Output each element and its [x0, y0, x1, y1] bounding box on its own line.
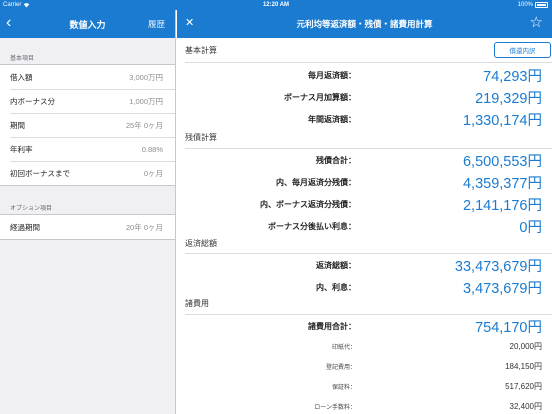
- result-title: 元利均等返済額・残債・諸費用計算: [296, 19, 433, 29]
- divider: [185, 62, 552, 63]
- result-value: 6,500,553円: [462, 153, 542, 170]
- result-label: 内、利息：: [316, 282, 356, 292]
- result-label: ローン手数料：: [314, 404, 356, 411]
- result-value: 74,293円: [483, 68, 542, 85]
- section-total-repay: 返済総額: [185, 239, 217, 248]
- result-row-expenses-total: 諸費用合計： 754,170円: [177, 315, 552, 337]
- input-row-loan-amount[interactable]: 借入額 3,000万円: [0, 65, 175, 89]
- row-label: 内ボーナス分: [10, 96, 55, 106]
- input-row-interest-rate[interactable]: 年利率 0.88%: [0, 137, 175, 161]
- status-bar: Carrier 12:20 AM 100%: [0, 0, 552, 10]
- section-basic-label: 基本項目: [10, 56, 35, 62]
- result-value: 219,329円: [475, 90, 542, 107]
- row-value: 0.88%: [141, 144, 163, 154]
- result-nav-bar: ✕ 元利均等返済額・残債・諸費用計算 ☆: [177, 10, 552, 38]
- close-icon[interactable]: ✕: [185, 17, 194, 29]
- history-button[interactable]: 履歴: [148, 18, 165, 30]
- row-label: 借入額: [10, 72, 33, 82]
- star-icon[interactable]: ☆: [530, 14, 543, 32]
- result-label: 諸費用合計：: [308, 321, 356, 331]
- result-row-remaining-monthly: 内、毎月返済分残債： 4,359,377円: [177, 171, 552, 193]
- result-row-monthly: 毎月返済額： 74,293円: [177, 64, 552, 86]
- result-row-guarantee: 保証料： 517,620円: [177, 375, 552, 397]
- result-label: 毎月返済額：: [308, 70, 356, 80]
- basic-items-group: 借入額 3,000万円 内ボーナス分 1,000万円 期間 25年 0ヶ月 年利…: [0, 64, 175, 186]
- row-value: 1,000万円: [129, 96, 163, 106]
- repayment-breakdown-button[interactable]: 償還内訳: [494, 42, 551, 58]
- result-label: ボーナス月加算額：: [284, 92, 356, 102]
- battery: 100%: [518, 2, 548, 8]
- result-label: 年間返済額：: [308, 114, 356, 124]
- back-chevron-icon[interactable]: ‹: [6, 15, 11, 31]
- row-label: 年利率: [10, 144, 33, 154]
- result-label: 内、ボーナス返済分残債：: [260, 199, 356, 209]
- result-label: 内、毎月返済分残債：: [276, 177, 356, 187]
- row-value: 0ヶ月: [143, 168, 163, 178]
- result-value: 32,400円: [509, 401, 542, 411]
- result-value: 517,620円: [505, 381, 542, 391]
- input-row-bonus-portion[interactable]: 内ボーナス分 1,000万円: [0, 89, 175, 113]
- row-label: 期間: [10, 120, 25, 130]
- result-row-remaining-bonus: 内、ボーナス返済分残債： 2,141,176円: [177, 193, 552, 215]
- result-row-annual: 年間返済額： 1,330,174円: [177, 108, 552, 130]
- status-time: 12:20 AM: [262, 2, 290, 8]
- section-expenses: 諸費用: [185, 299, 209, 308]
- result-pane: ✕ 元利均等返済額・残債・諸費用計算 ☆ 基本計算 償還内訳 毎月返済額： 74…: [177, 10, 552, 414]
- battery-icon: [535, 2, 548, 8]
- result-value: 2,141,176円: [462, 197, 542, 214]
- result-label: 印紙代：: [331, 344, 356, 351]
- result-value: 1,330,174円: [462, 112, 542, 129]
- input-pane: ‹ 数値入力 履歴 基本項目 借入額 3,000万円 内ボーナス分 1,000万…: [0, 10, 176, 414]
- result-value: 0円: [519, 219, 542, 236]
- result-value: 33,473,679円: [454, 258, 542, 275]
- row-value: 3,000万円: [129, 72, 163, 82]
- result-row-bonus-month: ボーナス月加算額： 219,329円: [177, 86, 552, 108]
- result-value: 184,150円: [505, 361, 542, 371]
- result-value: 20,000円: [509, 341, 542, 351]
- result-row-deferred-interest: ボーナス分後払い利息： 0円: [177, 215, 552, 237]
- row-value: 20年 0ヶ月: [125, 222, 163, 232]
- result-value: 754,170円: [475, 319, 542, 336]
- result-label: 保証料：: [331, 384, 356, 391]
- row-label: 初回ボーナスまで: [10, 168, 70, 178]
- battery-percent: 100%: [517, 2, 533, 8]
- input-nav-bar: ‹ 数値入力 履歴: [0, 10, 175, 38]
- result-row-registration: 登記費用： 184,150円: [177, 355, 552, 377]
- result-value: 3,473,679円: [462, 280, 542, 297]
- result-label: 返済総額：: [316, 260, 356, 270]
- result-row-stamp-duty: 印紙代： 20,000円: [177, 335, 552, 357]
- option-items-group: 経過期間 20年 0ヶ月: [0, 214, 175, 240]
- result-label: 登記費用：: [325, 364, 356, 371]
- result-row-remaining-total: 残債合計： 6,500,553円: [177, 149, 552, 171]
- input-title: 数値入力: [69, 19, 106, 30]
- row-label: 経過期間: [10, 222, 40, 232]
- section-option-label: オプション項目: [10, 206, 53, 212]
- row-value: 25年 0ヶ月: [125, 120, 163, 130]
- result-label: 残債合計：: [316, 155, 356, 165]
- result-value: 4,359,377円: [462, 175, 542, 192]
- input-row-first-bonus[interactable]: 初回ボーナスまで 0ヶ月: [0, 161, 175, 185]
- section-basic-calc: 基本計算: [185, 46, 217, 55]
- result-row-interest: 内、利息： 3,473,679円: [177, 276, 552, 298]
- result-row-total-repay: 返済総額： 33,473,679円: [177, 254, 552, 276]
- section-remaining: 残債計算: [185, 133, 217, 142]
- input-row-elapsed-period[interactable]: 経過期間 20年 0ヶ月: [0, 215, 175, 239]
- result-label: ボーナス分後払い利息：: [268, 221, 356, 231]
- result-row-loan-fee: ローン手数料： 32,400円: [177, 395, 552, 414]
- input-row-term[interactable]: 期間 25年 0ヶ月: [0, 113, 175, 137]
